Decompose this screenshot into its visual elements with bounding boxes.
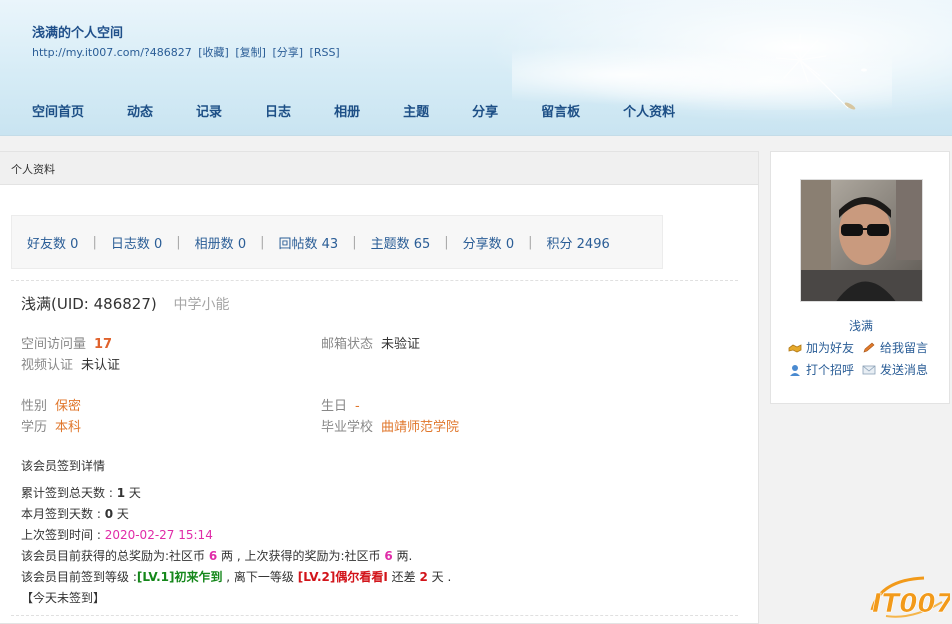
stat-points[interactable]: 积分 2496 [547,233,610,252]
card-actions: 加为好友 给我留言 打个招呼 发送消息 [788,337,936,381]
stat-albums[interactable]: 相册数 0 [195,233,246,252]
checkin-level: 该会员目前签到等级 :[LV.1]初来乍到 , 离下一等级 [LV.2]偶尔看看… [21,570,452,584]
space-url[interactable]: http://my.it007.com/?486827 [32,46,192,59]
school-row: 毕业学校 曲靖师范学院 [321,420,460,435]
nav-guestbook[interactable]: 留言板 [541,101,580,121]
nav-blog[interactable]: 日志 [265,101,291,121]
nav-share[interactable]: 分享 [472,101,498,121]
gender-row: 性别 保密 [21,399,82,414]
user-headline: 浅满(UID: 486827) 中学小能 [21,293,230,314]
nav-profile[interactable]: 个人资料 [623,101,675,121]
svg-text:IT007: IT007 [872,589,950,619]
user-wave-icon [790,365,800,376]
stat-shares[interactable]: 分享数 0 [463,233,514,252]
checkin-month: 本月签到天数 : 0 天 [21,507,129,521]
profile-panel: 个人资料 好友数 0 | 日志数 0 | 相册数 0 | 回帖数 43 | 主题… [0,151,759,624]
stat-separator: | [176,234,181,250]
stat-separator: | [352,234,357,250]
rss-link[interactable]: [RSS] [310,46,340,59]
avatar[interactable] [800,179,923,302]
visits-row: 空间访问量 17 [21,337,113,352]
stat-blogs[interactable]: 日志数 0 [111,233,162,252]
nav-album[interactable]: 相册 [334,101,360,121]
birthday-value: - [355,399,360,414]
dandelion-icon [775,34,867,110]
greet-link[interactable]: 打个招呼 [788,359,854,381]
checkin-details: 该会员签到详情 累计签到总天数 : 1 天 本月签到天数 : 0 天 上次签到时… [21,456,451,609]
education-row: 学历 本科 [21,420,82,435]
stat-separator: | [260,234,265,250]
checkin-last: 上次签到时间 : 2020-02-27 15:14 [21,528,213,542]
user-name-uid: 浅满(UID: 486827) [21,295,157,313]
pencil-icon [863,342,875,353]
gender-value: 保密 [55,399,82,414]
stat-friends[interactable]: 好友数 0 [27,233,78,252]
copy-link[interactable]: [复制] [235,46,266,59]
panel-title: 个人资料 [0,152,758,185]
leave-message-link[interactable]: 给我留言 [862,337,928,359]
stat-replies[interactable]: 回帖数 43 [278,233,338,252]
stats-bar: 好友数 0 | 日志数 0 | 相册数 0 | 回帖数 43 | 主题数 65 … [11,215,663,269]
nav-feed[interactable]: 动态 [127,101,153,121]
divider [11,280,738,281]
space-nav: 空间首页 动态 记录 日志 相册 主题 分享 留言板 个人资料 [32,101,675,121]
stat-separator: | [444,234,449,250]
divider [11,615,738,616]
add-friend-link[interactable]: 加为好友 [788,337,854,359]
checkin-total: 累计签到总天数 : 1 天 [21,486,141,500]
avatar-photo [801,180,922,301]
favorite-link[interactable]: [收藏] [198,46,229,59]
birthday-row: 生日 - [321,399,360,414]
checkin-reward: 该会员目前获得的总奖励为:社区币 6 两 , 上次获得的奖励为:社区币 6 两. [21,549,413,563]
profile-card: 浅满 加为好友 给我留言 打个招呼 发送消息 [770,151,950,404]
education-value: 本科 [55,420,82,435]
envelope-icon [862,365,876,375]
checkin-today: 【今天未签到】 [21,591,106,605]
it007-logo: IT007 [866,572,952,622]
visits-value: 17 [94,337,113,352]
nav-threads[interactable]: 主题 [403,101,429,121]
stat-separator: | [528,234,533,250]
user-group[interactable]: 中学小能 [174,297,230,313]
share-link[interactable]: [分享] [272,46,303,59]
email-status: 未验证 [381,337,421,352]
stat-threads[interactable]: 主题数 65 [371,233,431,252]
space-header: 浅满的个人空间 http://my.it007.com/?486827 [收藏]… [0,0,952,136]
nav-records[interactable]: 记录 [196,101,222,121]
video-row: 视频认证 未认证 [21,358,121,373]
video-status: 未认证 [81,358,121,373]
handshake-icon [788,344,802,353]
stat-separator: | [92,234,97,250]
space-url-line: http://my.it007.com/?486827 [收藏] [复制] [分… [32,44,343,60]
school-value: 曲靖师范学院 [381,420,460,435]
space-title: 浅满的个人空间 [32,26,124,41]
send-message-link[interactable]: 发送消息 [862,359,928,381]
email-row: 邮箱状态 未验证 [321,337,421,352]
nav-home[interactable]: 空间首页 [32,101,84,121]
card-username[interactable]: 浅满 [771,317,951,334]
checkin-title: 该会员签到详情 [21,459,106,473]
